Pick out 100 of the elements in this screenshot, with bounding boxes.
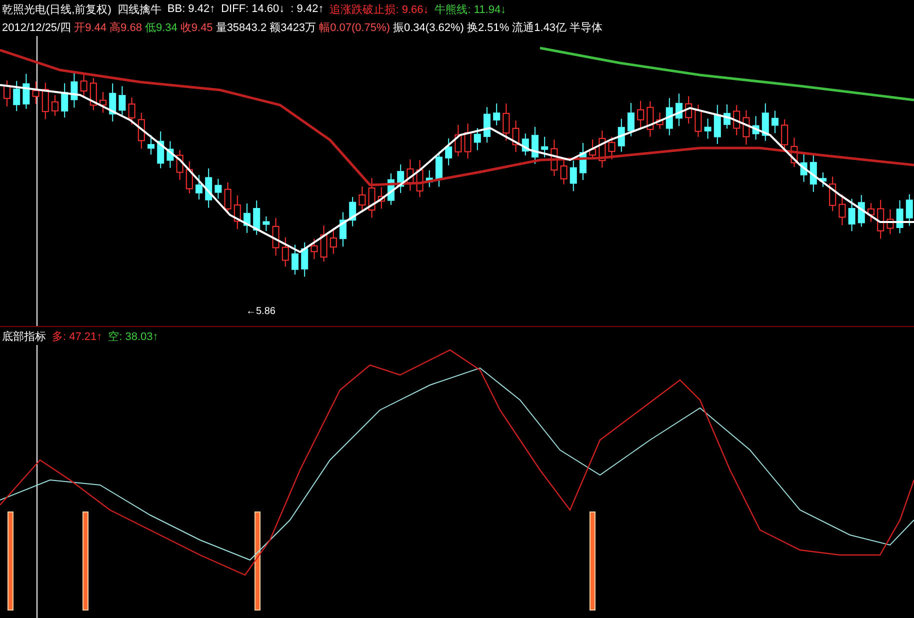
- candlestick: [262, 216, 270, 232]
- candlestick: [464, 123, 472, 160]
- candlestick: [484, 106, 490, 144]
- candlestick: [42, 82, 49, 120]
- candlestick: [4, 80, 10, 107]
- candlestick: [886, 208, 894, 234]
- candlestick: [829, 176, 836, 212]
- quote-value: 振0.34(3.62%): [393, 20, 464, 34]
- quote-value: 开9.44: [74, 20, 107, 34]
- candlestick: [580, 142, 586, 181]
- candlestick: [637, 100, 644, 128]
- candlestick: [666, 98, 673, 136]
- candlestick: [282, 236, 289, 268]
- candlestick: [13, 80, 20, 112]
- candlestick: [810, 153, 817, 192]
- candlestick: [724, 104, 730, 130]
- indicator-value: 空: 38.03↑: [108, 330, 158, 344]
- quote-value: 额3423万: [270, 20, 316, 34]
- candlestick: [704, 118, 712, 140]
- candlestick: [772, 110, 778, 134]
- candlestick: [752, 116, 760, 140]
- candlestick: [628, 102, 634, 137]
- quote-value: 低9.34: [144, 20, 178, 34]
- candlestick: [128, 96, 136, 125]
- candlestick: [906, 194, 913, 226]
- quote-value: 收9.45: [180, 20, 213, 34]
- candlestick: [550, 139, 558, 177]
- candlestick: [22, 73, 30, 110]
- candlestick: [205, 168, 212, 208]
- candlestick: [406, 158, 414, 192]
- indicator-value: BB: 9.42↑: [167, 3, 216, 15]
- candlestick: [138, 112, 145, 150]
- candlestick: [301, 242, 308, 278]
- candlestick: [694, 104, 702, 138]
- candlestick: [272, 218, 280, 256]
- candlestick: [570, 160, 577, 192]
- candlestick: [157, 130, 164, 169]
- candlestick: [253, 200, 260, 236]
- candlestick: [742, 110, 750, 146]
- candlestick: [368, 178, 376, 218]
- candlestick: [656, 112, 664, 130]
- candlestick: [838, 194, 846, 226]
- candlestick: [896, 200, 904, 234]
- candlestick: [532, 126, 538, 164]
- candlestick: [618, 118, 625, 152]
- quote-value: 流通1.43亿: [512, 20, 567, 34]
- candlestick: [80, 72, 88, 98]
- candlestick: [100, 91, 106, 114]
- stock-title: 乾照光电(日线,前复权): [2, 2, 112, 16]
- candlestick: [70, 71, 78, 108]
- candlestick: [512, 120, 520, 153]
- candlestick: [868, 202, 874, 222]
- quote-date: 2012/12/25/四: [2, 20, 72, 34]
- candlestick: [714, 104, 721, 144]
- candlestick: [61, 82, 68, 118]
- candlestick: [310, 238, 318, 260]
- candlestick: [541, 136, 548, 158]
- candlestick: [560, 159, 568, 185]
- candlestick: [349, 196, 356, 227]
- indicator-value: DIFF: 14.60↓: [221, 3, 285, 15]
- candlestick: [166, 140, 174, 168]
- candlestick: [685, 96, 692, 124]
- candlestick: [234, 195, 241, 230]
- pane-title: 底部指标: [2, 330, 46, 344]
- candlestick: [454, 124, 462, 157]
- candlestick: [224, 182, 232, 214]
- candlestick: [474, 128, 481, 151]
- candlestick: [762, 102, 769, 142]
- candlestick: [320, 224, 328, 262]
- quote-value: 换2.51%: [466, 20, 510, 34]
- candlestick: [502, 103, 510, 142]
- candlestick: [340, 212, 346, 248]
- candlestick: [109, 82, 116, 122]
- candlestick: [397, 164, 404, 194]
- candlestick: [416, 160, 424, 198]
- candlestick: [646, 100, 654, 138]
- candlestick: [848, 198, 856, 232]
- candlestick: [800, 152, 808, 182]
- candlestick: [676, 93, 682, 126]
- candlestick: [378, 186, 385, 210]
- candlestick: [358, 186, 366, 211]
- candlestick: [445, 138, 452, 166]
- candlestick: [148, 134, 154, 156]
- candlestick: [820, 172, 826, 188]
- indicator-value: 多: 47.21↑: [52, 330, 102, 344]
- candlestick: [186, 160, 193, 194]
- candlestick: [330, 228, 337, 254]
- candlestick: [196, 174, 202, 200]
- low-price-label: ←5.86: [246, 306, 276, 317]
- candlestick: [292, 244, 298, 276]
- quote-value: 高9.68: [110, 20, 142, 34]
- indicator-value: 牛熊线: 11.94↓: [434, 2, 506, 16]
- candlestick: [436, 151, 442, 188]
- candlestick: [426, 170, 433, 188]
- candlestick: [522, 133, 529, 156]
- indicator-title: 四线擒牛: [117, 2, 162, 16]
- candlestick: [90, 78, 97, 111]
- indicator-value: 追涨跌破止损: 9.66↓: [330, 2, 429, 16]
- candlestick: [118, 86, 126, 116]
- candlestick: [877, 199, 884, 240]
